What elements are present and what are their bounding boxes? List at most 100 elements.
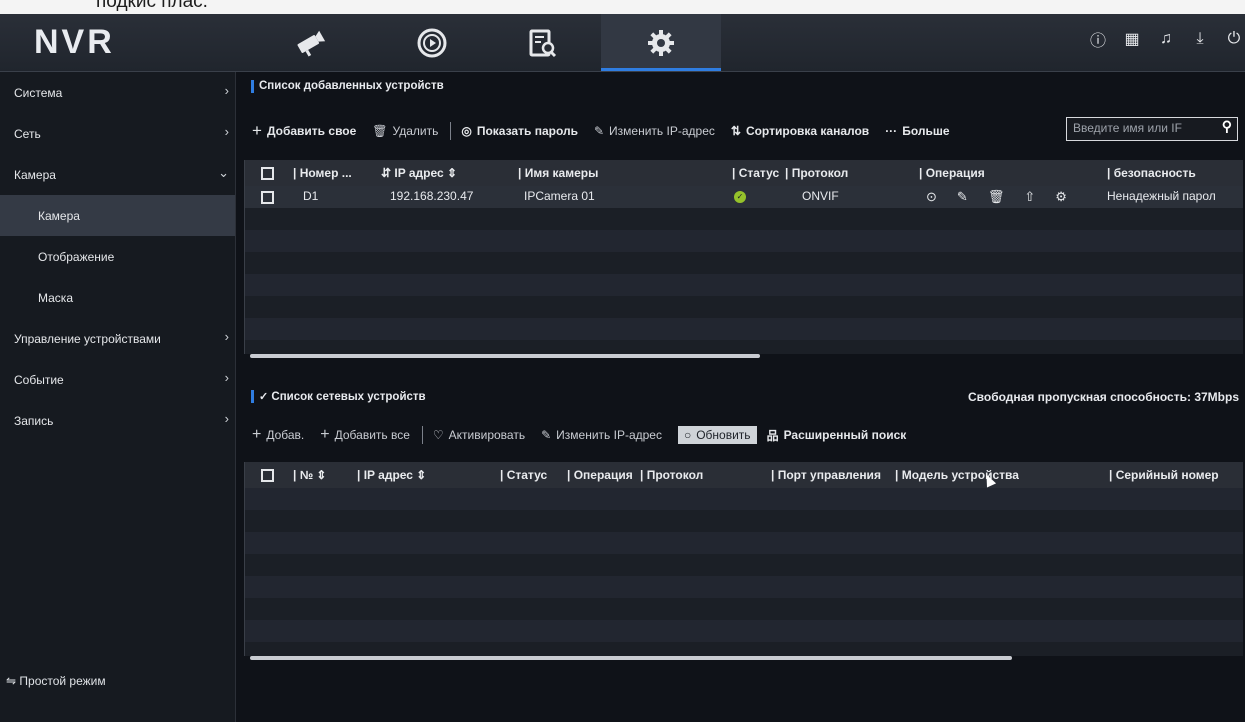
sort-channels-label: Сортировка каналов: [745, 124, 870, 138]
sidebar-subitem-mask[interactable]: Маска: [0, 277, 235, 318]
row-operation-icons: ⊙ ✎ 🗑 ⇧ ⚙: [926, 189, 1067, 205]
delete-button[interactable]: 🗑 Удалить: [372, 124, 438, 138]
sidebar-item-network[interactable]: Сеть ›: [0, 113, 235, 154]
camera-icon: [297, 30, 326, 57]
status-online-icon: ✓: [734, 191, 746, 203]
bell-icon[interactable]: ♫: [1155, 28, 1177, 50]
sidebar-item-camera[interactable]: Камера ⌄: [0, 154, 235, 195]
sidebar-item-label: Маска: [38, 290, 73, 305]
table-row-empty: [245, 318, 1243, 340]
delete-icon[interactable]: 🗑: [988, 189, 1005, 205]
select-all-checkbox[interactable]: [261, 167, 274, 180]
device-search-input[interactable]: Введите имя или IF ⚲: [1066, 117, 1238, 141]
change-ip-network-label: Изменить IP-адрес: [556, 428, 662, 442]
row-checkbox[interactable]: [261, 191, 274, 204]
col-ip[interactable]: | IP адрес ⇕: [357, 468, 426, 482]
more-button[interactable]: ··· Больше: [885, 124, 949, 138]
col-port: | Порт управления: [771, 468, 881, 482]
search-icon[interactable]: ⚲: [1222, 118, 1232, 135]
grid-icon[interactable]: ▦: [1121, 28, 1143, 50]
table-row-empty: [245, 208, 1243, 230]
top-bar: NVR ⓘ ▦ ♫ ⤓ ⏻: [0, 14, 1245, 72]
refresh-label: Обновить: [696, 428, 751, 442]
table-row-empty: [245, 230, 1243, 252]
table-row-empty: [245, 252, 1243, 274]
delete-label: Удалить: [392, 124, 439, 138]
add-all-button[interactable]: + Добавить все: [320, 426, 410, 444]
table-row-empty: [245, 576, 1243, 598]
download-icon[interactable]: ⤓: [1189, 28, 1211, 50]
info-icon[interactable]: ⓘ: [1087, 28, 1109, 50]
show-password-label: Показать пароль: [476, 124, 578, 138]
activate-label: Активировать: [448, 428, 526, 442]
plus-icon: +: [252, 121, 262, 140]
cell-ip: 192.168.230.47: [390, 189, 474, 203]
simple-mode-button[interactable]: ⇋ Простой режим: [6, 674, 106, 688]
settings-icon[interactable]: ⚙: [1055, 189, 1067, 205]
chevron-right-icon: ›: [224, 124, 229, 139]
search-document-icon: [529, 29, 557, 57]
sidebar-subitem-camera[interactable]: Камера: [0, 195, 235, 236]
add-own-button[interactable]: + Добавить свое: [252, 121, 356, 141]
table-row[interactable]: D1 192.168.230.47 IPCamera 01 ✓ ONVIF ⊙ …: [245, 186, 1243, 208]
sidebar-item-label: Событие: [14, 372, 64, 387]
toolbar-divider: [421, 426, 423, 444]
col-protocol: | Протокол: [785, 166, 849, 180]
table-header: | Номер ... ⇵ IP адрес ⇕ | Имя камеры | …: [245, 160, 1243, 186]
main-content: Список добавленных устройств + Добавить …: [236, 72, 1245, 722]
ellipsis-icon: ···: [885, 124, 898, 138]
select-all-checkbox[interactable]: [261, 469, 274, 482]
table-header: | № ⇕ | IP адрес ⇕ | Статус | Операция |…: [245, 462, 1243, 488]
sort-channels-button[interactable]: ⇅ Сортировка каналов: [731, 124, 869, 138]
sidebar-item-device-management[interactable]: Управление устройствами ›: [0, 318, 235, 359]
pencil-icon: ✎: [593, 124, 605, 138]
chevron-right-icon: ›: [224, 329, 229, 344]
activate-button[interactable]: ♡ Активировать: [433, 428, 525, 442]
col-ip[interactable]: ⇵ IP адрес ⇕: [381, 166, 457, 180]
table-row-empty: [245, 274, 1243, 296]
chevron-right-icon: ›: [224, 370, 229, 385]
change-ip-label: Изменить IP-адрес: [609, 124, 715, 138]
sidebar-item-label: Камера: [14, 167, 56, 182]
add-button[interactable]: + Добав.: [252, 426, 304, 444]
network-devices-toolbar: + Добав. + Добавить все ♡ Активировать ✎…: [252, 426, 922, 444]
col-number[interactable]: | Номер ...: [293, 166, 352, 180]
advanced-search-button[interactable]: 品 Расширенный поиск: [767, 427, 907, 444]
nav-tab-playback[interactable]: [372, 14, 492, 71]
sidebar-subitem-display[interactable]: Отображение: [0, 236, 235, 277]
col-serial: | Серийный номер: [1109, 468, 1219, 482]
nav-tab-settings[interactable]: [601, 14, 721, 71]
chevron-right-icon: ›: [224, 411, 229, 426]
chevron-down-icon: ⌄: [218, 165, 229, 180]
network-devices-title[interactable]: ✓︎ Список сетевых устройств: [251, 390, 426, 403]
nav-tab-search[interactable]: [482, 14, 602, 71]
col-number[interactable]: | № ⇕: [293, 468, 326, 482]
add-own-label: Добавить свое: [266, 124, 357, 138]
change-ip-network-button[interactable]: ✎ Изменить IP-адрес: [541, 428, 662, 442]
eye-slash-icon: ◎: [461, 124, 472, 138]
chevron-right-icon: ›: [224, 83, 229, 98]
play-icon[interactable]: ⊙: [926, 189, 937, 205]
added-devices-toolbar: + Добавить свое 🗑 Удалить ◎ Показать пар…: [252, 121, 966, 141]
sidebar-item-event[interactable]: Событие ›: [0, 359, 235, 400]
network-table-scrollbar[interactable]: [250, 656, 1012, 660]
top-right-icons: ⓘ ▦ ♫ ⤓ ⏻: [1087, 28, 1245, 50]
sidebar-item-label: Система: [14, 85, 63, 100]
show-password-button[interactable]: ◎ Показать пароль: [461, 124, 578, 138]
sidebar-item-system[interactable]: Система ›: [0, 72, 235, 113]
power-icon[interactable]: ⏻: [1223, 28, 1245, 50]
refresh-icon: ○: [683, 428, 692, 442]
sidebar-item-record[interactable]: Запись ›: [0, 400, 235, 441]
change-ip-button[interactable]: ✎ Изменить IP-адрес: [594, 124, 715, 138]
added-table-scrollbar[interactable]: [250, 354, 760, 358]
upgrade-icon[interactable]: ⇧: [1024, 189, 1035, 205]
table-row-empty: [245, 296, 1243, 318]
edit-icon[interactable]: ✎: [957, 189, 968, 205]
network-devices-title-label: Список сетевых устройств: [271, 391, 426, 403]
table-row-empty: [245, 532, 1243, 554]
plus-icon: +: [252, 426, 262, 443]
nav-tab-live-camera[interactable]: [250, 14, 370, 71]
search-placeholder: Введите имя или IF: [1073, 121, 1182, 135]
refresh-button[interactable]: ○ Обновить: [677, 426, 757, 444]
col-operation: | Операция: [919, 166, 985, 180]
